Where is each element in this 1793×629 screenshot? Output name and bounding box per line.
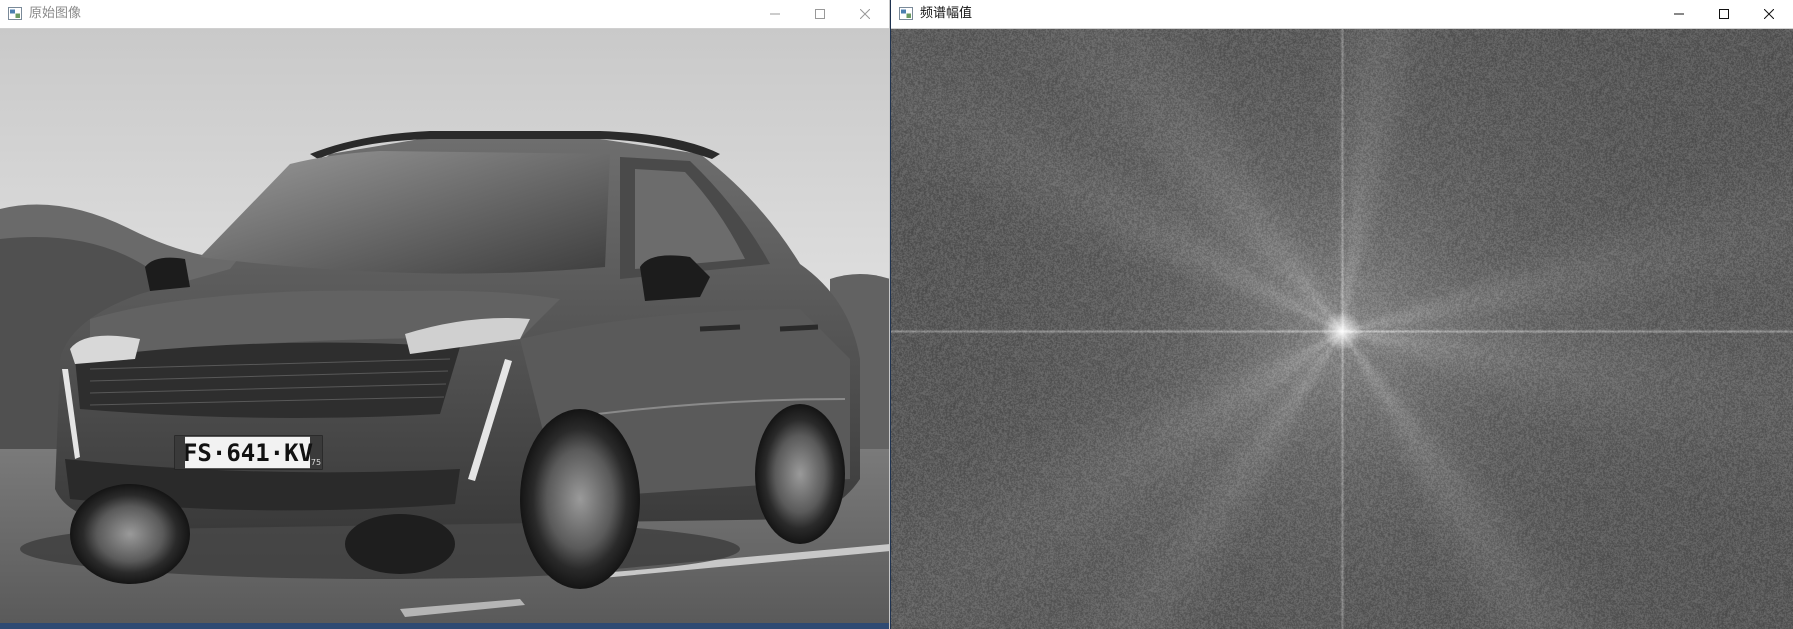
spectrum-magnitude-image	[891, 29, 1793, 629]
title-bar[interactable]: 频谱幅值	[891, 0, 1793, 29]
original-image-window[interactable]: 原始图像 FS·641·KV 75	[0, 0, 890, 629]
title-bar[interactable]: 原始图像	[0, 0, 889, 29]
minimize-button[interactable]	[1657, 0, 1701, 28]
maximize-icon	[1719, 9, 1729, 19]
window-title: 频谱幅值	[920, 6, 973, 21]
car-photo: FS·641·KV 75	[0, 29, 889, 623]
maximize-icon	[815, 9, 825, 19]
close-button[interactable]	[1747, 0, 1791, 28]
window-title: 原始图像	[29, 6, 82, 21]
close-icon	[1764, 9, 1774, 19]
maximize-button[interactable]	[798, 0, 842, 28]
app-icon	[8, 7, 22, 20]
maximize-button[interactable]	[1702, 0, 1746, 28]
plate-region-code: 75	[311, 458, 321, 467]
minimize-icon	[1674, 13, 1684, 15]
license-plate-text: FS·641·KV	[183, 439, 313, 467]
original-image-area: FS·641·KV 75	[0, 29, 889, 629]
spectrum-image-area	[891, 29, 1793, 629]
app-icon	[899, 7, 913, 20]
close-button[interactable]	[843, 0, 887, 28]
spectrum-window[interactable]: 频谱幅值	[891, 0, 1793, 629]
minimize-icon	[770, 13, 780, 15]
status-bar	[0, 623, 889, 629]
minimize-button[interactable]	[753, 0, 797, 28]
close-icon	[860, 9, 870, 19]
